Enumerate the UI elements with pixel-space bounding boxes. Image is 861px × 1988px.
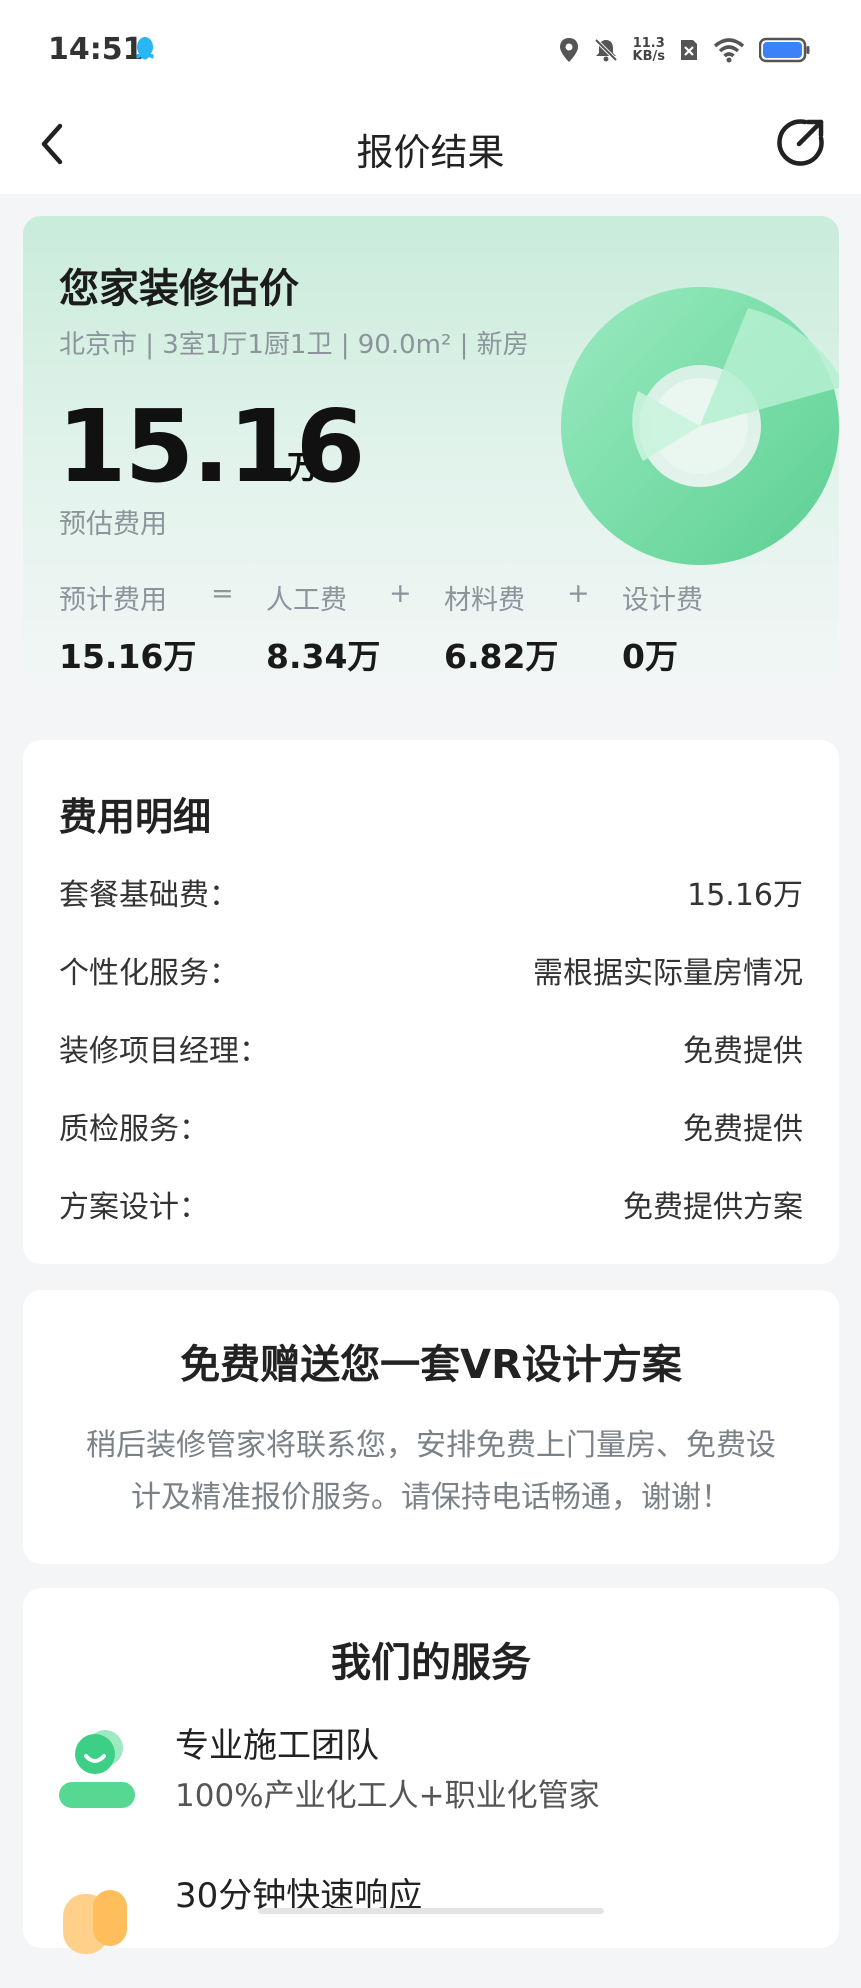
vr-offer-text: 稍后装修管家将联系您，安排免费上门量房、免费设 计及精准报价服务。请保持电话畅通… bbox=[59, 1420, 803, 1524]
breakdown-value-design: 0万 bbox=[622, 637, 678, 676]
net-speed-unit: KB/s bbox=[632, 49, 665, 64]
qq-icon bbox=[136, 37, 154, 60]
vr-offer-line: 稍后装修管家将联系您，安排免费上门量房、免费设 bbox=[86, 1428, 776, 1463]
breakdown-label-labor: 人工费 bbox=[266, 585, 347, 616]
service-item: 专业施工团队 100%产业化工人+职业化管家 bbox=[23, 1718, 839, 1838]
detail-row: 套餐基础费： 15.16万 bbox=[59, 870, 803, 913]
mute-icon bbox=[594, 38, 617, 62]
plus-sign: + bbox=[567, 578, 590, 609]
status-time: 14:51 bbox=[48, 32, 144, 67]
share-icon[interactable] bbox=[775, 116, 827, 168]
detail-key: 装修项目经理： bbox=[59, 1034, 269, 1069]
worker-team-icon bbox=[59, 1730, 135, 1808]
detail-row: 质检服务： 免费提供 bbox=[59, 1104, 803, 1147]
detail-value: 15.16万 bbox=[687, 878, 803, 913]
status-icons: 11.3 KB/s bbox=[559, 30, 811, 70]
breakdown-value-material: 6.82万 bbox=[444, 637, 559, 676]
wifi-icon bbox=[713, 38, 745, 63]
cost-details-card: 费用明细 套餐基础费： 15.16万 个性化服务： 需根据实际量房情况 装修项目… bbox=[23, 740, 839, 1264]
detail-row: 装修项目经理： 免费提供 bbox=[59, 1026, 803, 1069]
breakdown-label-total: 预计费用 bbox=[59, 585, 167, 616]
detail-value: 需根据实际量房情况 bbox=[533, 956, 803, 991]
estimate-caption: 预估费用 bbox=[59, 509, 167, 540]
fast-response-icon bbox=[63, 1890, 127, 1954]
breakdown-value-total: 15.16万 bbox=[59, 637, 197, 676]
estimate-subtitle: 北京市 | 3室1厅1厨1卫 | 90.0m² | 新房 bbox=[59, 330, 529, 360]
breakdown-value-labor: 8.34万 bbox=[266, 637, 381, 676]
sim-off-icon bbox=[681, 40, 697, 60]
vr-offer-line: 计及精准报价服务。请保持电话畅通，谢谢！ bbox=[131, 1480, 731, 1515]
breakdown-label-material: 材料费 bbox=[444, 585, 525, 616]
status-bar: 14:51 11.3 KB/s bbox=[0, 0, 861, 100]
estimate-title: 您家装修估价 bbox=[59, 266, 299, 312]
detail-key: 个性化服务： bbox=[59, 956, 239, 991]
detail-key: 方案设计： bbox=[59, 1190, 209, 1225]
services-card: 我们的服务 专业施工团队 100%产业化工人+职业化管家 30分钟快速响应 bbox=[23, 1588, 839, 1954]
donut-graphic bbox=[561, 287, 839, 565]
cost-details-title: 费用明细 bbox=[59, 795, 212, 839]
service-item: 30分钟快速响应 bbox=[23, 1868, 839, 1988]
estimate-card: 您家装修估价 北京市 | 3室1厅1厨1卫 | 90.0m² | 新房 15.1… bbox=[23, 216, 839, 686]
service-name: 专业施工团队 bbox=[175, 1726, 379, 1766]
location-icon bbox=[559, 38, 578, 62]
home-indicator[interactable] bbox=[258, 1908, 604, 1914]
vr-offer-title: 免费赠送您一套VR设计方案 bbox=[180, 1342, 682, 1388]
estimate-total-unit: 万 bbox=[287, 448, 320, 486]
equals-sign: = bbox=[211, 578, 234, 609]
detail-value: 免费提供 bbox=[683, 1112, 803, 1147]
detail-key: 质检服务： bbox=[59, 1112, 209, 1147]
breakdown-label-design: 设计费 bbox=[622, 585, 703, 616]
plus-sign: + bbox=[389, 578, 412, 609]
battery-icon bbox=[759, 37, 810, 63]
nav-bar: 报价结果 bbox=[0, 100, 861, 194]
detail-key: 套餐基础费： bbox=[59, 878, 239, 913]
detail-row: 个性化服务： 需根据实际量房情况 bbox=[59, 948, 803, 991]
service-desc: 100%产业化工人+职业化管家 bbox=[175, 1778, 600, 1814]
net-speed: 11.3 KB/s bbox=[633, 37, 665, 63]
services-title: 我们的服务 bbox=[331, 1640, 531, 1686]
detail-row: 方案设计： 免费提供方案 bbox=[59, 1182, 803, 1225]
detail-value: 免费提供方案 bbox=[623, 1190, 803, 1225]
detail-value: 免费提供 bbox=[683, 1034, 803, 1069]
page-title: 报价结果 bbox=[356, 131, 505, 174]
vr-offer-card: 免费赠送您一套VR设计方案 稍后装修管家将联系您，安排免费上门量房、免费设 计及… bbox=[23, 1290, 839, 1564]
